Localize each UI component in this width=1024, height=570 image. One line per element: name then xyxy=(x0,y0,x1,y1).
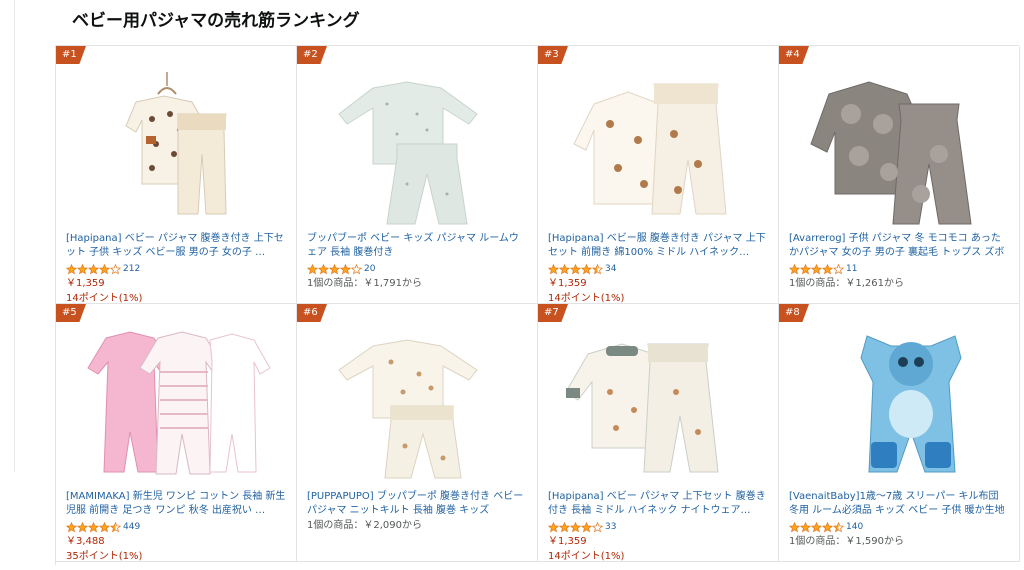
product-title-link[interactable]: [Hapipana] ベビー パジャマ 腹巻き付き 上下セット 子供 キッズ ベ… xyxy=(66,232,287,260)
rank-badge: #4 xyxy=(779,46,809,64)
product-info: [Hapipana] ベビー パジャマ 腹巻き付き 上下セット 子供 キッズ ベ… xyxy=(65,232,287,304)
product-image[interactable] xyxy=(789,322,1010,488)
product-card[interactable]: #3 [Hapipana] ベビー服 腹巻き付き パジャマ 上下セット 前開き … xyxy=(538,46,779,304)
points: 14ポイント(1%) xyxy=(548,551,625,562)
price: ￥1,359 xyxy=(548,536,587,547)
offers-link[interactable]: 1個の商品：￥2,090から xyxy=(307,518,528,533)
product-info: [Avarrerog] 子供 パジャマ 冬 モコモコ あったかパジャマ 女の子 … xyxy=(788,232,1010,291)
product-image[interactable] xyxy=(548,64,769,230)
rating-row[interactable]: 140 xyxy=(788,520,1010,534)
product-image[interactable] xyxy=(307,322,528,488)
offers-link[interactable]: 1個の商品：￥1,590から xyxy=(789,534,1010,549)
review-count[interactable]: 11 xyxy=(846,264,857,274)
rank-badge: #6 xyxy=(297,304,327,322)
offers-link[interactable]: 1個の商品：￥1,791から xyxy=(307,276,528,291)
rating-row[interactable]: 34 xyxy=(547,260,769,279)
product-info: [VaenaitBaby]1歳〜7歳 スリーパー キル布団 冬用 ルーム必須品 … xyxy=(788,490,1010,549)
price: ￥1,359 xyxy=(66,278,105,289)
product-title-link[interactable]: [Hapipana] ベビー パジャマ 上下セット 腹巻き付き 長袖 ミドル ハ… xyxy=(548,490,769,518)
rating-row[interactable]: 449 xyxy=(65,518,287,537)
rank-badge: #1 xyxy=(56,46,86,64)
product-image[interactable] xyxy=(66,322,287,488)
star-icon xyxy=(591,518,604,537)
product-info: [Hapipana] ベビー パジャマ 上下セット 腹巻き付き 長袖 ミドル ハ… xyxy=(547,490,769,562)
product-title-link[interactable]: [Hapipana] ベビー服 腹巻き付き パジャマ 上下セット 前開き 綿10… xyxy=(548,232,769,260)
review-count[interactable]: 34 xyxy=(605,264,616,274)
rank-badge: #7 xyxy=(538,304,568,322)
review-count[interactable]: 140 xyxy=(846,522,863,532)
rank-badge: #3 xyxy=(538,46,568,64)
rank-badge: #5 xyxy=(56,304,86,322)
product-info: ブッパブーポ ベビー キッズ パジャマ ルームウェア 長袖 腹巻付き 20 1個… xyxy=(306,232,528,291)
rating-row[interactable]: 11 xyxy=(788,262,1010,276)
product-title-link[interactable]: [PUPPAPUPO] ブッパブーポ 腹巻き付き ベビー パジャマ ニットキルト… xyxy=(307,490,528,518)
product-card[interactable]: #1 [Hapipana] ベビー パジャマ 腹巻き付き 上下セット 子供 キッ… xyxy=(56,46,297,304)
star-icon xyxy=(591,260,604,279)
product-title-link[interactable]: [VaenaitBaby]1歳〜7歳 スリーパー キル布団 冬用 ルーム必須品 … xyxy=(789,490,1010,518)
product-card[interactable]: #6 [PUPPAPUPO] ブッパブーポ 腹巻き付き ベビー パジャマ ニット… xyxy=(297,304,538,562)
rank-badge: #2 xyxy=(297,46,327,64)
offers-link[interactable]: 1個の商品：￥1,261から xyxy=(789,276,1010,291)
product-title-link[interactable]: [Avarrerog] 子供 パジャマ 冬 モコモコ あったかパジャマ 女の子 … xyxy=(789,232,1010,260)
product-card[interactable]: #4 [Avarrerog] 子供 パジャマ 冬 モコモコ あったかパジャマ 女… xyxy=(779,46,1020,304)
review-count[interactable]: 449 xyxy=(123,522,140,532)
product-info: [PUPPAPUPO] ブッパブーポ 腹巻き付き ベビー パジャマ ニットキルト… xyxy=(307,490,528,533)
product-image[interactable] xyxy=(789,64,1010,230)
points: 35ポイント(1%) xyxy=(66,551,143,562)
price: ￥1,359 xyxy=(548,278,587,289)
rating-row[interactable]: 212 xyxy=(65,260,287,279)
price: ￥3,488 xyxy=(66,536,105,547)
product-info: [Hapipana] ベビー服 腹巻き付き パジャマ 上下セット 前開き 綿10… xyxy=(547,232,769,304)
product-info: [MAMIMAKA] 新生児 ワンピ コットン 長袖 新生児服 前開き 足つき … xyxy=(65,490,287,562)
points: 14ポイント(1%) xyxy=(548,293,625,304)
ranking-grid: #1 [Hapipana] ベビー パジャマ 腹巻き付き 上下セット 子供 キッ… xyxy=(55,45,1020,565)
product-image[interactable] xyxy=(307,64,528,230)
product-card[interactable]: #2 ブッパブーポ ベビー キッズ パジャマ ルームウェア 長袖 腹巻付き 20… xyxy=(297,46,538,304)
product-card[interactable]: #8 [VaenaitBaby]1歳〜7歳 スリーパー キル布団 冬用 ルーム必… xyxy=(779,304,1020,562)
star-icon xyxy=(109,260,122,279)
star-icon xyxy=(109,518,122,537)
product-card[interactable]: #7 [Hapipana] ベビー パジャマ 上下セット 腹巻き付き 長袖 ミド… xyxy=(538,304,779,562)
page-title: ベビー用パジャマの売れ筋ランキング xyxy=(72,11,360,31)
product-title-link[interactable]: [MAMIMAKA] 新生児 ワンピ コットン 長袖 新生児服 前開き 足つき … xyxy=(66,490,287,518)
review-count[interactable]: 33 xyxy=(605,522,616,532)
points: 14ポイント(1%) xyxy=(66,293,143,304)
product-card[interactable]: #5 [MAMIMAKA] 新生児 ワンピ コットン 長袖 新生児服 前開き 足… xyxy=(56,304,297,562)
review-count[interactable]: 20 xyxy=(364,264,375,274)
review-count[interactable]: 212 xyxy=(123,264,140,274)
left-divider xyxy=(14,0,15,472)
product-image[interactable] xyxy=(66,64,287,230)
rank-badge: #8 xyxy=(779,304,809,322)
product-title-link[interactable]: ブッパブーポ ベビー キッズ パジャマ ルームウェア 長袖 腹巻付き xyxy=(307,232,528,260)
product-image[interactable] xyxy=(548,322,769,488)
rating-row[interactable]: 20 xyxy=(306,262,528,276)
rating-row[interactable]: 33 xyxy=(547,518,769,537)
